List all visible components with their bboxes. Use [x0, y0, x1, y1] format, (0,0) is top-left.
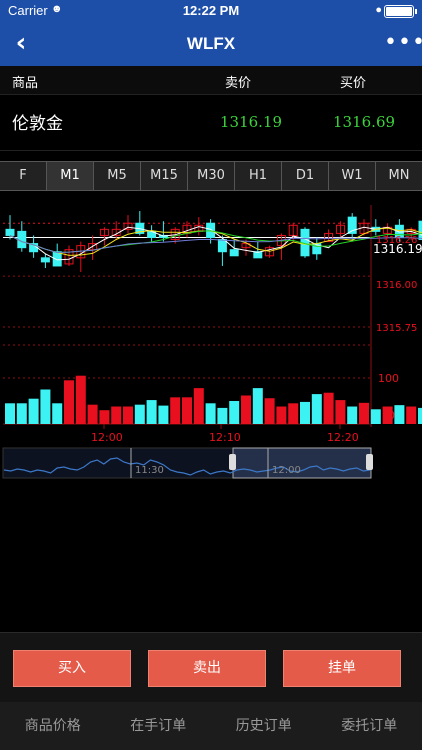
nav-order-history[interactable]: 历史订单 — [211, 702, 317, 750]
volume-bar — [28, 398, 39, 424]
buy-button[interactable]: 买入 — [13, 650, 131, 687]
price-label-low: 1315.75 — [376, 323, 417, 334]
volume-bar — [276, 406, 287, 424]
volume-bar — [418, 407, 422, 424]
volume-bar — [193, 388, 204, 424]
action-bar: 买入 卖出 挂单 — [0, 632, 422, 703]
nav-pending-orders[interactable]: 委托订单 — [317, 702, 422, 750]
volume-bar — [252, 388, 263, 424]
quote-row[interactable]: 伦敦金 1316.19 1316.69 — [0, 95, 422, 151]
sell-price: 1316.19 — [220, 113, 283, 131]
overview-right-handle[interactable] — [366, 454, 373, 470]
volume-bar — [146, 400, 157, 424]
pending-order-button[interactable]: 挂单 — [283, 650, 401, 687]
product-column-header: 商品 — [12, 76, 39, 91]
volume-bar — [75, 375, 86, 424]
price-label-mid: 1316.00 — [376, 280, 417, 291]
volume-bar — [241, 395, 251, 424]
candle-body — [17, 230, 27, 249]
tab-h1[interactable]: H1 — [235, 162, 282, 190]
volume-bar — [111, 406, 122, 424]
status-time: 12:22 PM — [182, 3, 240, 18]
volume-bar — [300, 401, 310, 424]
quote-table-header: 商品 卖价 买价 — [0, 66, 422, 95]
volume-bar — [335, 400, 346, 424]
volume-bar — [64, 380, 74, 424]
time-label-1220: 12:20 — [327, 431, 359, 444]
current-price-label: 1316.19 — [373, 242, 422, 256]
volume-bar — [264, 398, 275, 424]
tab-m1[interactable]: M1 — [47, 162, 94, 190]
bottom-navigation: 商品价格 在手订单 历史订单 委托订单 — [0, 702, 422, 750]
volume-bar — [205, 403, 216, 424]
tab-m15[interactable]: M15 — [141, 162, 188, 190]
tab-mn[interactable]: MN — [376, 162, 422, 190]
overview-left-handle[interactable] — [229, 454, 236, 470]
overview-selection[interactable] — [232, 447, 372, 479]
volume-bar — [406, 406, 417, 424]
volume-bar — [359, 402, 369, 424]
volume-bar — [229, 401, 240, 424]
sell-column-header: 卖价 — [225, 76, 252, 91]
status-bar: Carrier ☻ 12:22 PM ● — [0, 0, 422, 22]
tab-m5[interactable]: M5 — [94, 162, 141, 190]
tab-w1[interactable]: W1 — [329, 162, 376, 190]
tab-d1[interactable]: D1 — [282, 162, 329, 190]
navigation-bar: ‹ WLFX ••• — [0, 22, 422, 66]
volume-bar — [99, 410, 110, 424]
overview-time-label-1200: 12:00 — [272, 465, 301, 476]
volume-bar — [288, 403, 299, 424]
tab-f[interactable]: F — [0, 162, 47, 190]
candle-body — [229, 249, 239, 257]
overview-navigator[interactable]: 11:30 12:00 — [2, 447, 373, 479]
battery-icon — [384, 5, 417, 18]
sell-button[interactable]: 卖出 — [148, 650, 266, 687]
volume-bar — [311, 394, 322, 424]
volume-bar — [16, 403, 27, 424]
rotation-lock-icon: ● — [375, 4, 382, 16]
more-menu-button[interactable]: ••• — [384, 30, 422, 56]
volume-bar — [158, 405, 169, 424]
nav-product-prices[interactable]: 商品价格 — [0, 702, 106, 750]
overview-time-label-1130: 11:30 — [135, 465, 164, 476]
candle-body — [40, 257, 50, 263]
buy-price: 1316.69 — [333, 113, 396, 131]
volume-bar — [217, 407, 228, 424]
buy-column-header: 买价 — [340, 76, 367, 91]
volume-bar — [87, 404, 98, 424]
volume-bar — [370, 409, 381, 424]
volume-bar — [323, 392, 334, 424]
nav-open-orders[interactable]: 在手订单 — [106, 702, 212, 750]
time-label-1210: 12:10 — [209, 431, 241, 444]
volume-label-100: 100 — [378, 372, 399, 385]
volume-bar — [5, 403, 15, 424]
volume-bar — [134, 404, 145, 424]
time-label-1200: 12:00 — [91, 431, 123, 444]
timeframe-tabs: F M1 M5 M15 M30 H1 D1 W1 MN — [0, 161, 422, 191]
candlestick-chart[interactable]: 1316.26 1316.19 1316.00 1315.75 100 0 12… — [0, 195, 422, 495]
volume-bar — [52, 403, 63, 424]
volume-bar — [123, 406, 133, 424]
volume-label-0: 0 — [388, 409, 395, 422]
candle-body — [5, 228, 15, 236]
volume-bar — [394, 405, 405, 424]
volume-bar — [347, 406, 358, 424]
volume-bar — [170, 397, 181, 424]
volume-bar — [182, 397, 192, 424]
candle-body — [217, 239, 227, 253]
page-title: WLFX — [186, 34, 236, 53]
tab-m30[interactable]: M30 — [188, 162, 235, 190]
volume-bar — [40, 389, 51, 424]
product-name: 伦敦金 — [12, 114, 63, 134]
